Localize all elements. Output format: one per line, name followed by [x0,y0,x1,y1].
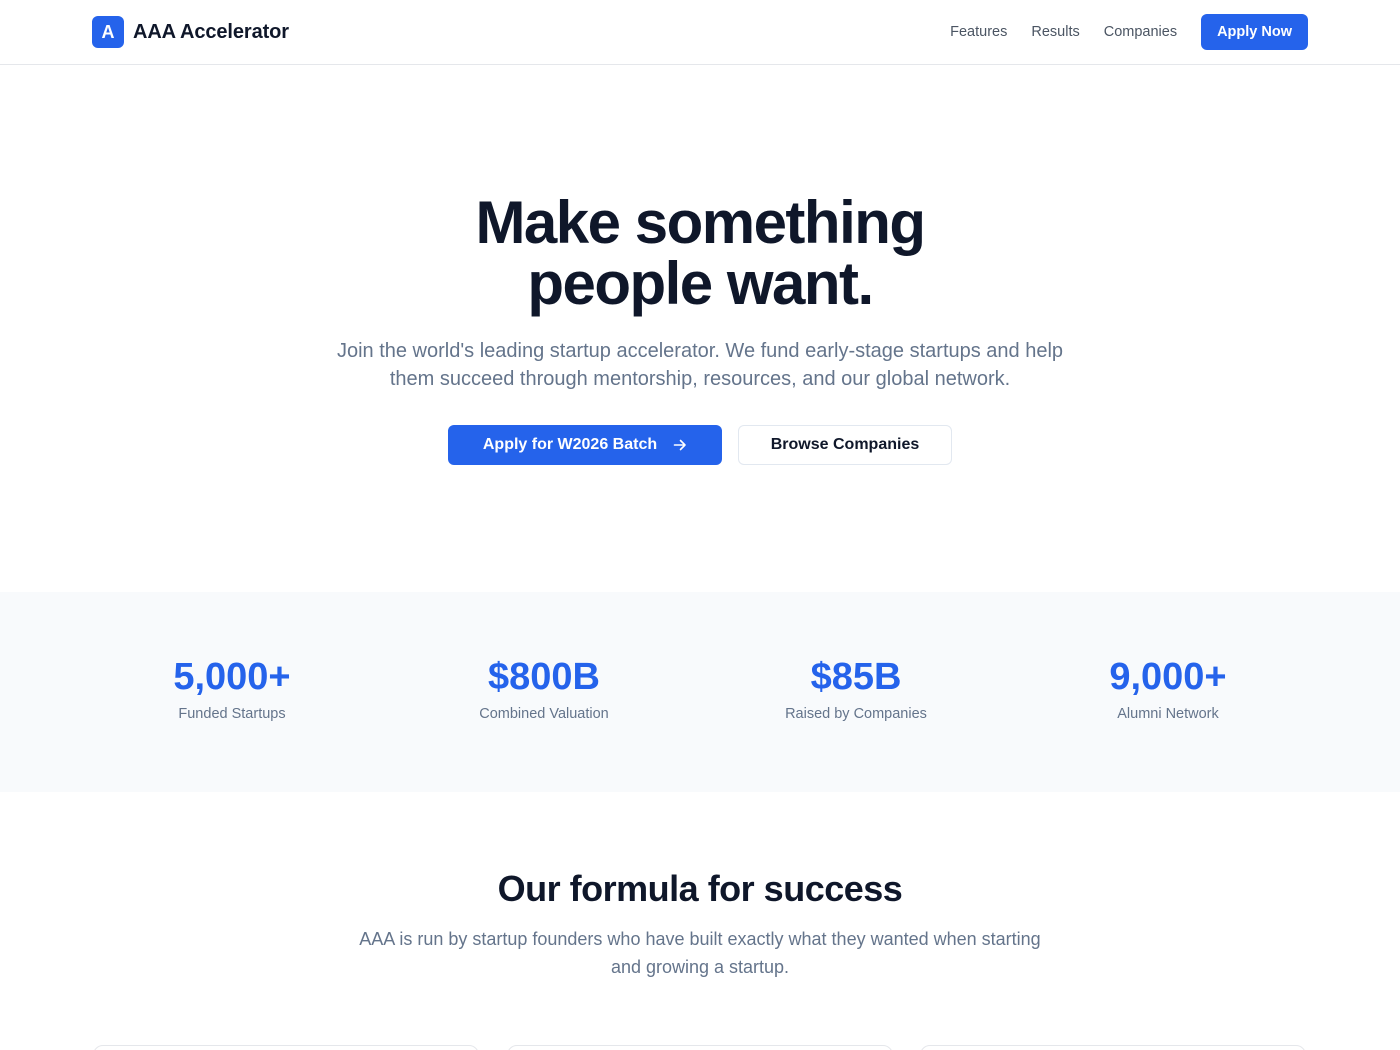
brand-logo[interactable]: A [92,16,124,48]
main-nav: Features Results Companies Apply Now [950,14,1308,50]
stat-value: 9,000+ [1109,656,1227,698]
formula-subtitle: AAA is run by startup founders who have … [359,929,1041,977]
hero-subtitle: Join the world's leading startup acceler… [336,340,1064,390]
apply-batch-label: Apply for W2026 Batch [482,436,658,453]
stat-label: Alumni Network [1117,706,1219,722]
feature-card [507,1045,893,1050]
feature-card [920,1045,1306,1050]
arrow-right-icon [673,439,686,451]
nav-link-features[interactable]: Features [950,24,1007,40]
hero-title-line2: people want. [527,250,874,317]
brand[interactable]: A AAA Accelerator [92,16,289,48]
nav-link-results[interactable]: Results [1031,24,1079,40]
browse-companies-button[interactable]: Browse Companies [738,425,952,465]
stat-value: $800B [488,656,600,698]
nav-link-companies[interactable]: Companies [1104,24,1177,40]
stats-section: 5,000+ Funded Startups $800B Combined Va… [0,592,1400,792]
hero-title: Make something people want. [0,192,1400,314]
stat-alumni-network: 9,000+ Alumni Network [1012,654,1324,722]
stat-value: $85B [810,656,902,698]
stat-label: Combined Valuation [479,706,609,722]
formula-title: Our formula for success [497,868,903,909]
apply-batch-button[interactable]: Apply for W2026 Batch [448,425,722,465]
stat-raised-by-companies: $85B Raised by Companies [700,654,1012,722]
stat-combined-valuation: $800B Combined Valuation [388,654,700,722]
hero-title-line1: Make something [475,189,926,256]
stat-funded-startups: 5,000+ Funded Startups [76,654,388,722]
stat-value: 5,000+ [173,656,291,698]
site-header: A AAA Accelerator Features Results Compa… [0,0,1400,65]
stat-label: Funded Startups [178,706,286,722]
feature-card [93,1045,479,1050]
stat-label: Raised by Companies [785,706,927,722]
hero-cta-group: Apply for W2026 Batch Browse Companies [0,425,1400,465]
apply-now-button[interactable]: Apply Now [1201,14,1308,50]
brand-name[interactable]: AAA Accelerator [133,21,289,44]
